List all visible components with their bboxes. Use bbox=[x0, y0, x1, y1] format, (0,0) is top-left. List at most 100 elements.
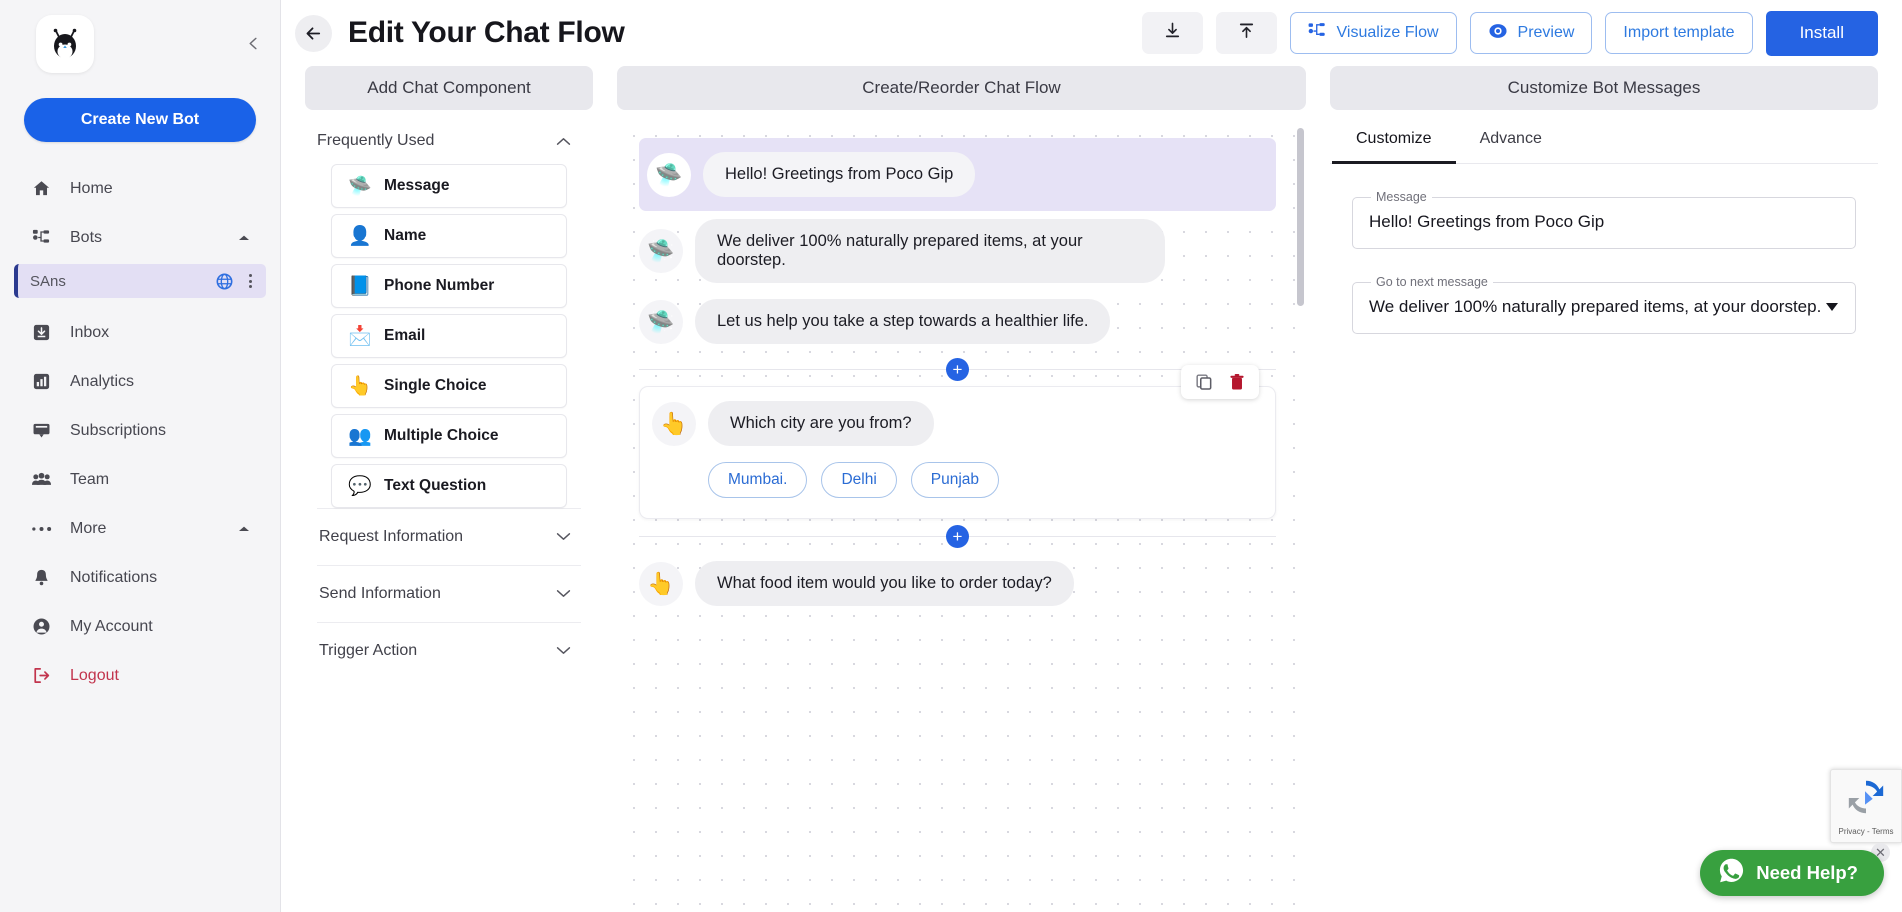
message-bubble: Hello! Greetings from Poco Gip bbox=[703, 152, 976, 197]
download-button[interactable] bbox=[1141, 12, 1203, 54]
flow-message-block[interactable]: 🛸 We deliver 100% naturally prepared ite… bbox=[639, 211, 1276, 291]
recaptcha-privacy-terms[interactable]: Privacy - Terms bbox=[1839, 827, 1894, 836]
message-row: 🛸 Hello! Greetings from Poco Gip bbox=[647, 152, 1268, 197]
sidebar-item-analytics[interactable]: Analytics bbox=[0, 357, 280, 406]
kebab-menu-icon[interactable] bbox=[249, 274, 252, 288]
component-text-question[interactable]: 💬 Text Question bbox=[331, 464, 567, 508]
upload-icon bbox=[1237, 21, 1256, 45]
flow-nodes-icon bbox=[1308, 22, 1327, 45]
paper-plane-icon: 🛸 bbox=[647, 152, 691, 197]
add-component-button[interactable]: + bbox=[946, 357, 969, 381]
component-multiple-choice[interactable]: 👥 Multiple Choice bbox=[331, 414, 567, 458]
upload-button[interactable] bbox=[1215, 12, 1277, 54]
section-request-information[interactable]: Request Information bbox=[317, 508, 581, 565]
panels-container: Add Chat Component Frequently Used 🛸 Mes… bbox=[281, 66, 1902, 912]
component-message[interactable]: 🛸 Message bbox=[331, 164, 567, 208]
sidebar-item-label: More bbox=[70, 519, 107, 537]
customize-body: Customize Advance Message Hello! Greetin… bbox=[1330, 116, 1878, 912]
insert-divider: + bbox=[639, 519, 1276, 553]
component-label: Name bbox=[384, 227, 427, 244]
sidebar-item-my-account[interactable]: My Account bbox=[0, 602, 280, 651]
create-new-bot-label: Create New Bot bbox=[80, 111, 200, 128]
sidebar-item-home[interactable]: Home bbox=[0, 164, 280, 213]
customize-form: Message Hello! Greetings from Poco Gip G… bbox=[1330, 164, 1878, 334]
whatsapp-need-help-button[interactable]: Need Help? bbox=[1700, 850, 1884, 896]
choice-option-chip[interactable]: Delhi bbox=[821, 462, 897, 498]
analytics-icon bbox=[30, 371, 52, 393]
sidebar-item-notifications[interactable]: Notifications bbox=[0, 553, 280, 602]
message-bubble: We deliver 100% naturally prepared items… bbox=[695, 219, 1165, 283]
chevron-down-icon bbox=[556, 528, 571, 546]
tab-customize[interactable]: Customize bbox=[1332, 116, 1456, 164]
message-field-label: Message bbox=[1376, 190, 1427, 204]
frequently-used-label: Frequently Used bbox=[317, 132, 435, 149]
sidebar-item-subscriptions[interactable]: Subscriptions bbox=[0, 406, 280, 455]
message-input-value: Hello! Greetings from Poco Gip bbox=[1369, 212, 1605, 231]
trash-icon[interactable] bbox=[1229, 373, 1245, 391]
chat-flow-scrollbar[interactable] bbox=[1297, 128, 1304, 912]
component-label: Multiple Choice bbox=[384, 427, 499, 444]
component-phone-number[interactable]: 📘 Phone Number bbox=[331, 264, 567, 308]
flow-message-block[interactable]: 🛸 Hello! Greetings from Poco Gip bbox=[639, 138, 1276, 211]
bell-icon bbox=[30, 567, 52, 589]
choice-question-row: 👆 Which city are you from? bbox=[652, 401, 1259, 446]
single-choice-card[interactable]: 👆 Which city are you from? Mumbai. Delhi… bbox=[639, 365, 1276, 519]
sidebar-item-more[interactable]: More bbox=[0, 504, 280, 553]
flow-message-block[interactable]: 👆 What food item would you like to order… bbox=[639, 553, 1276, 614]
globe-icon[interactable] bbox=[216, 273, 233, 290]
sidebar-item-logout[interactable]: Logout bbox=[0, 651, 280, 700]
component-label: Message bbox=[384, 177, 450, 194]
import-template-button[interactable]: Import template bbox=[1605, 12, 1753, 54]
chat-flow-canvas: 🛸 Hello! Greetings from Poco Gip 🛸 We de… bbox=[617, 116, 1306, 912]
choice-option-chip[interactable]: Mumbai. bbox=[708, 462, 808, 498]
sidebar-nav: Home Bots SAns Inbox Analytics Subscript… bbox=[0, 164, 280, 700]
back-button[interactable] bbox=[295, 14, 332, 52]
component-list-body: Frequently Used 🛸 Message 👤 Name 📘 Phone… bbox=[305, 116, 593, 912]
inbox-icon bbox=[30, 322, 52, 344]
section-send-information[interactable]: Send Information bbox=[317, 565, 581, 622]
scrollbar-thumb[interactable] bbox=[1297, 128, 1304, 306]
sidebar-item-inbox[interactable]: Inbox bbox=[0, 308, 280, 357]
paper-plane-icon: 🛸 bbox=[639, 299, 683, 344]
caret-up-icon[interactable] bbox=[238, 234, 250, 242]
component-single-choice[interactable]: 👆 Single Choice bbox=[331, 364, 567, 408]
preview-button[interactable]: Preview bbox=[1469, 12, 1593, 54]
caret-up-icon[interactable] bbox=[238, 525, 250, 533]
section-trigger-action[interactable]: Trigger Action bbox=[317, 622, 581, 679]
sidebar-item-label: Bots bbox=[70, 228, 103, 246]
main-area: Edit Your Chat Flow Visualize Flow Previ… bbox=[281, 0, 1902, 912]
sidebar-item-bots[interactable]: Bots bbox=[0, 213, 280, 262]
message-row: 🛸 We deliver 100% naturally prepared ite… bbox=[639, 219, 1276, 283]
frequently-used-section-header[interactable]: Frequently Used bbox=[305, 116, 593, 164]
go-to-next-message-field[interactable]: Go to next message We deliver 100% natur… bbox=[1352, 275, 1856, 334]
recaptcha-icon bbox=[1845, 776, 1887, 823]
whatsapp-label: Need Help? bbox=[1756, 862, 1858, 883]
component-email[interactable]: 📩 Email bbox=[331, 314, 567, 358]
tab-advance[interactable]: Advance bbox=[1456, 116, 1566, 164]
sidebar-item-label: Notifications bbox=[70, 568, 158, 586]
bot-name-label: SAns bbox=[30, 272, 66, 290]
bot-logo-icon[interactable] bbox=[36, 15, 94, 73]
visualize-flow-button[interactable]: Visualize Flow bbox=[1289, 12, 1457, 54]
copy-icon[interactable] bbox=[1195, 373, 1213, 391]
sidebar-item-label: Analytics bbox=[70, 372, 135, 390]
sidebar-collapse-button[interactable] bbox=[240, 30, 266, 56]
message-field[interactable]: Message Hello! Greetings from Poco Gip bbox=[1352, 190, 1856, 249]
choice-option-chip[interactable]: Punjab bbox=[910, 462, 1000, 498]
add-component-button[interactable]: + bbox=[946, 524, 969, 548]
create-new-bot-button[interactable]: Create New Bot bbox=[24, 98, 256, 142]
whatsapp-icon bbox=[1718, 857, 1745, 889]
account-icon bbox=[30, 616, 52, 638]
sidebar-bot-item-sans[interactable]: SAns bbox=[14, 264, 266, 298]
message-bubble: Let us help you take a step towards a he… bbox=[695, 299, 1111, 344]
chat-flow-body: 🛸 Hello! Greetings from Poco Gip 🛸 We de… bbox=[617, 116, 1306, 912]
more-icon bbox=[30, 518, 52, 540]
customize-bot-messages-panel: Customize Bot Messages Customize Advance bbox=[1330, 66, 1878, 912]
install-button[interactable]: Install bbox=[1765, 10, 1878, 56]
flow-message-block[interactable]: 🛸 Let us help you take a step towards a … bbox=[639, 291, 1276, 352]
component-name[interactable]: 👤 Name bbox=[331, 214, 567, 258]
section-label: Request Information bbox=[319, 528, 464, 545]
chevron-down-icon bbox=[556, 642, 571, 660]
sidebar-item-team[interactable]: Team bbox=[0, 455, 280, 504]
recaptcha-badge[interactable]: Privacy - Terms bbox=[1830, 769, 1902, 843]
